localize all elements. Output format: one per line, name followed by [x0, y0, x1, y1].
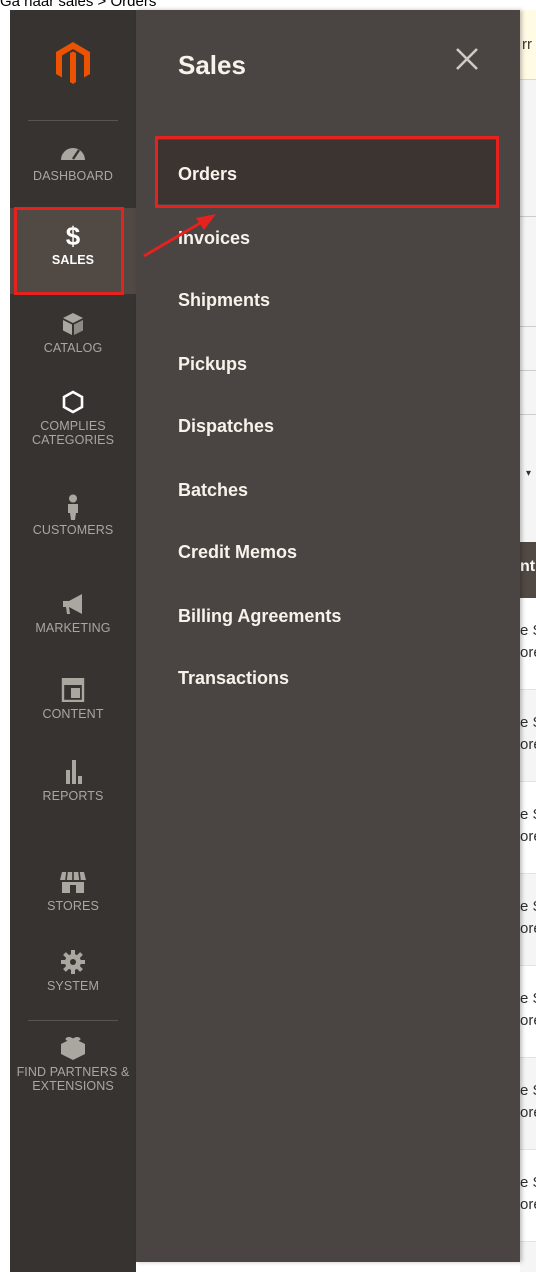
sidebar-item-dashboard[interactable]: DASHBOARD — [10, 140, 136, 198]
sidebar-item-stores[interactable]: STORES — [10, 870, 136, 928]
background-page: rr ▾ nt e Sore e Sore e Sore e Sore e So… — [520, 10, 536, 1272]
submenu-item-billing-agreements[interactable]: Billing Agreements — [178, 606, 341, 627]
person-icon — [68, 494, 78, 520]
magento-logo[interactable] — [54, 40, 92, 86]
table-row: e Sore — [520, 966, 536, 1058]
sales-highlight-box — [14, 207, 124, 295]
sidebar-item-reports[interactable]: REPORTS — [10, 758, 136, 816]
orders-highlight-box — [155, 136, 499, 208]
sidebar-item-marketing[interactable]: MARKETING — [10, 592, 136, 650]
submenu-item-dispatches[interactable]: Dispatches — [178, 416, 274, 437]
sidebar-item-system[interactable]: SYSTEM — [10, 950, 136, 1008]
sidebar-item-catalog[interactable]: CATALOG — [10, 312, 136, 370]
sidebar-item-content[interactable]: CONTENT — [10, 678, 136, 736]
bar-chart-icon — [66, 760, 82, 784]
tutorial-caption: Ga naar sales > Orders — [0, 0, 157, 10]
annotation-arrow-icon — [143, 214, 216, 258]
dropdown-caret-icon: ▾ — [526, 468, 532, 479]
close-icon[interactable] — [452, 44, 482, 74]
system-notice-bar: rr — [520, 10, 536, 80]
table-row: e Sore — [520, 690, 536, 782]
table-row: e Sore — [520, 1150, 536, 1242]
admin-sidebar: DASHBOARD $ SALES CATALOG COMPLIES CATEG… — [10, 10, 136, 1272]
hexagon-icon — [62, 390, 84, 414]
submenu-item-shipments[interactable]: Shipments — [178, 290, 270, 311]
storefront-icon — [60, 871, 86, 893]
lego-block-icon — [61, 1037, 85, 1060]
speedometer-icon — [61, 148, 85, 160]
grid-header: nt — [520, 542, 536, 598]
submenu-item-pickups[interactable]: Pickups — [178, 354, 247, 375]
submenu-title: Sales — [178, 50, 246, 80]
table-row: e Sore — [520, 782, 536, 874]
table-row: e Sore — [520, 874, 536, 966]
submenu-item-batches[interactable]: Batches — [178, 480, 248, 501]
submenu-item-credit-memos[interactable]: Credit Memos — [178, 542, 297, 563]
table-row: e Sore — [520, 1058, 536, 1150]
table-row: e Sore — [520, 598, 536, 690]
sidebar-item-complies-categories[interactable]: COMPLIES CATEGORIES — [10, 390, 136, 474]
submenu-item-transactions[interactable]: Transactions — [178, 668, 289, 689]
layout-icon — [61, 678, 85, 702]
megaphone-icon — [63, 594, 82, 614]
box-icon — [63, 313, 83, 335]
sidebar-item-customers[interactable]: CUSTOMERS — [10, 494, 136, 554]
sidebar-item-find-partners[interactable]: FIND PARTNERS & EXTENSIONS — [10, 1034, 136, 1114]
gear-icon — [61, 950, 85, 974]
